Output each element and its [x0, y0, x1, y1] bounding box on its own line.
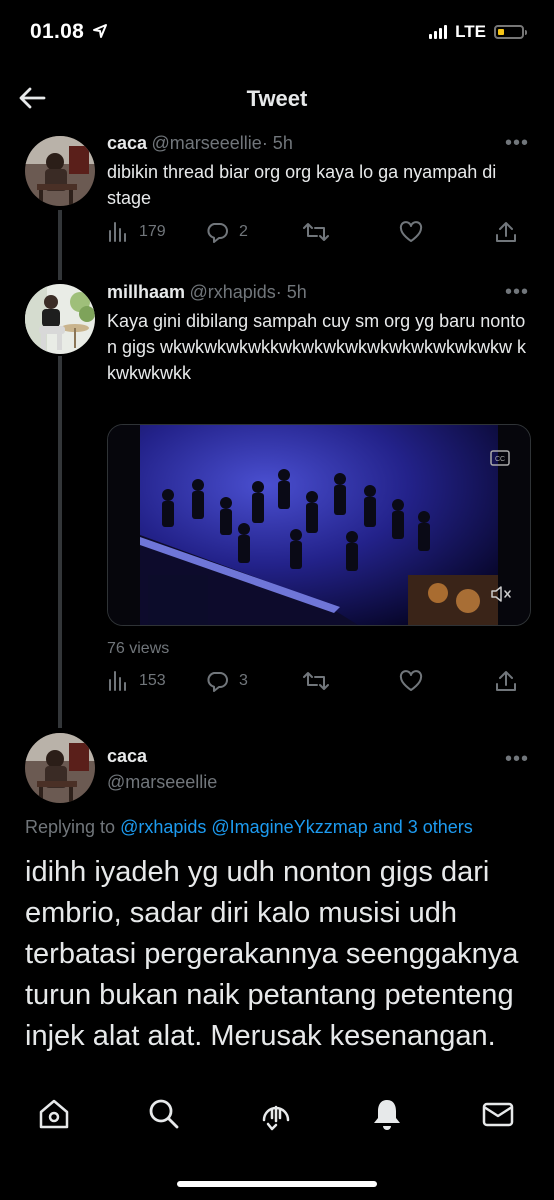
- avatar[interactable]: [25, 284, 95, 354]
- retweet-button[interactable]: [303, 670, 399, 692]
- views-count: 153: [139, 672, 166, 689]
- reply-count: 3: [239, 672, 248, 689]
- main-tweet-text: idihh iyadeh yg udh nonton gigs dari emb…: [25, 856, 519, 1052]
- status-bar: 01.08 LTE: [0, 0, 554, 70]
- share-icon: [496, 222, 516, 242]
- replying-prefix: Replying to: [25, 817, 116, 837]
- reply-count: 2: [239, 223, 248, 240]
- tweet-actions: 153 3: [107, 670, 527, 692]
- views-button[interactable]: 153: [107, 670, 205, 692]
- spaces-icon[interactable]: [258, 1096, 294, 1132]
- search-icon[interactable]: [146, 1096, 182, 1132]
- bottom-nav: [0, 1080, 554, 1150]
- tweet-time: · 5h: [261, 133, 293, 153]
- author-handle[interactable]: @marseeellie: [107, 772, 217, 793]
- page-title: Tweet: [246, 86, 308, 111]
- replying-to-users[interactable]: @rxhapids @ImagineYkzzmap and 3 others: [120, 817, 473, 837]
- views-button[interactable]: 179: [107, 221, 205, 243]
- author-handle[interactable]: @marseeellie: [152, 133, 262, 153]
- thread-connector: [58, 356, 62, 728]
- share-icon: [496, 671, 516, 691]
- avatar[interactable]: [25, 733, 95, 803]
- replying-to: Replying to @rxhapids @ImagineYkzzmap an…: [25, 817, 473, 838]
- tweet-text: Kaya gini dibilang sampah cuy sm org yg …: [107, 311, 527, 383]
- analytics-icon: [109, 671, 126, 691]
- messages-icon[interactable]: [480, 1096, 516, 1132]
- tweet-time: · 5h: [275, 282, 307, 302]
- view-count: 76 views: [107, 640, 170, 657]
- reply-icon: [207, 672, 228, 692]
- author-name[interactable]: caca: [107, 746, 147, 767]
- retweet-icon: [303, 223, 329, 241]
- tweet-header: millhaam @rxhapids· 5h: [107, 282, 307, 303]
- retweet-icon: [303, 672, 329, 690]
- mute-icon[interactable]: [490, 585, 512, 603]
- captions-icon[interactable]: CC: [490, 450, 510, 468]
- reply-button[interactable]: 3: [205, 670, 303, 692]
- share-button[interactable]: [495, 670, 517, 692]
- network-label: LTE: [455, 22, 486, 41]
- status-indicators: LTE: [429, 22, 527, 42]
- analytics-icon: [109, 222, 126, 242]
- reply-icon: [207, 223, 228, 243]
- like-button[interactable]: [399, 670, 495, 692]
- video-player[interactable]: CC: [107, 424, 531, 626]
- tweet-actions: 179 2: [107, 221, 527, 243]
- like-button[interactable]: [399, 221, 495, 243]
- author-handle[interactable]: @rxhapids: [189, 282, 275, 302]
- svg-text:CC: CC: [495, 456, 505, 463]
- home-indicator[interactable]: [177, 1181, 377, 1187]
- tweet-text: dibikin thread biar org org kaya lo ga n…: [107, 162, 497, 208]
- tweet-header: caca @marseeellie· 5h: [107, 133, 293, 154]
- more-options-icon[interactable]: •••: [505, 281, 529, 304]
- signal-icon: [429, 25, 448, 39]
- home-icon[interactable]: [36, 1096, 72, 1132]
- avatar[interactable]: [25, 136, 95, 206]
- location-arrow-icon: [93, 24, 108, 38]
- views-count: 179: [139, 223, 166, 240]
- retweet-button[interactable]: [303, 221, 399, 243]
- heart-icon: [399, 670, 423, 691]
- thread-connector: [58, 210, 62, 280]
- more-options-icon[interactable]: •••: [505, 132, 529, 155]
- more-options-icon[interactable]: •••: [505, 748, 529, 771]
- author-name[interactable]: millhaam: [107, 282, 185, 302]
- heart-icon: [399, 221, 423, 242]
- battery-icon: [494, 25, 527, 39]
- status-time-text: 01.08: [30, 20, 85, 43]
- notifications-icon[interactable]: [369, 1096, 405, 1132]
- author-name[interactable]: caca: [107, 133, 147, 153]
- status-time: 01.08: [30, 20, 108, 44]
- video-thumbnail: [108, 425, 530, 625]
- reply-button[interactable]: 2: [205, 221, 303, 243]
- share-button[interactable]: [495, 221, 517, 243]
